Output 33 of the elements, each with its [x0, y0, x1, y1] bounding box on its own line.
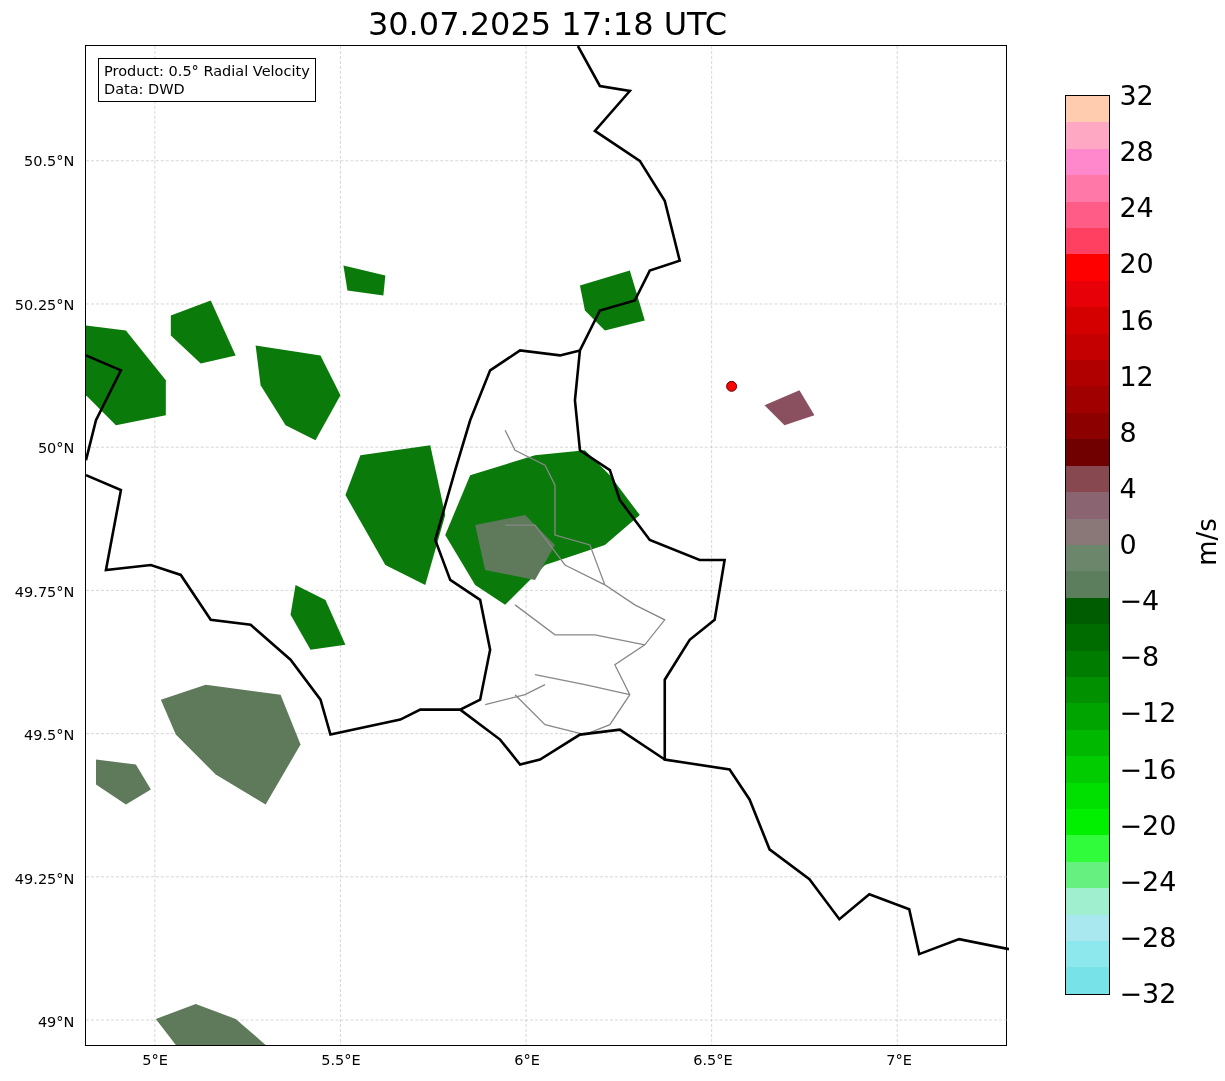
colorbar-tick-label: −24 [1119, 866, 1177, 897]
info-text: Product: 0.5° Radial Velocity [104, 62, 310, 80]
colorbar-tick-label: 12 [1119, 361, 1154, 392]
colorbar-tick-label: −4 [1119, 586, 1160, 617]
latitude-label: 50.25°N [14, 296, 75, 313]
longitude-label: 7°E [886, 1052, 912, 1068]
chart-title: 30.07.2025 17:18 UTC [366, 4, 729, 44]
info-text: Data: DWD [104, 80, 186, 98]
colorbar-tick-label: 16 [1119, 305, 1154, 336]
latitude-label: 49.75°N [14, 583, 75, 600]
colorbar-tick-label: −32 [1119, 979, 1177, 1009]
colorbar-tick-label: 20 [1119, 249, 1154, 280]
colorbar-tick-label: 28 [1119, 137, 1154, 168]
longitude-label: 6.5°E [693, 1052, 733, 1068]
latitude-label: 50.5°N [24, 153, 75, 169]
latitude-label: 49°N [37, 1014, 75, 1030]
colorbar-tick-label: 8 [1119, 417, 1137, 448]
longitude-label: 5.5°E [321, 1052, 361, 1068]
longitude-label: 5°E [142, 1052, 168, 1068]
colorbar-label: m/s [1192, 518, 1223, 566]
latitude-label: 49.25°N [14, 870, 75, 887]
colorbar-tick-label: −12 [1119, 698, 1177, 729]
colorbar-tick-label: 32 [1119, 81, 1154, 111]
colorbar-tick-label: −8 [1119, 642, 1160, 673]
colorbar-tick-label: −16 [1119, 754, 1177, 785]
colorbar-tick-label: −20 [1119, 810, 1177, 841]
latitude-label: 50°N [37, 440, 75, 456]
latitude-label: 49.5°N [24, 727, 75, 743]
colorbar-tick-label: 4 [1119, 473, 1137, 504]
longitude-label: 6°E [514, 1052, 540, 1068]
colorbar-tick-label: 0 [1119, 530, 1137, 560]
colorbar-tick-label: 24 [1119, 193, 1154, 224]
colorbar-tick-label: −28 [1119, 922, 1177, 953]
